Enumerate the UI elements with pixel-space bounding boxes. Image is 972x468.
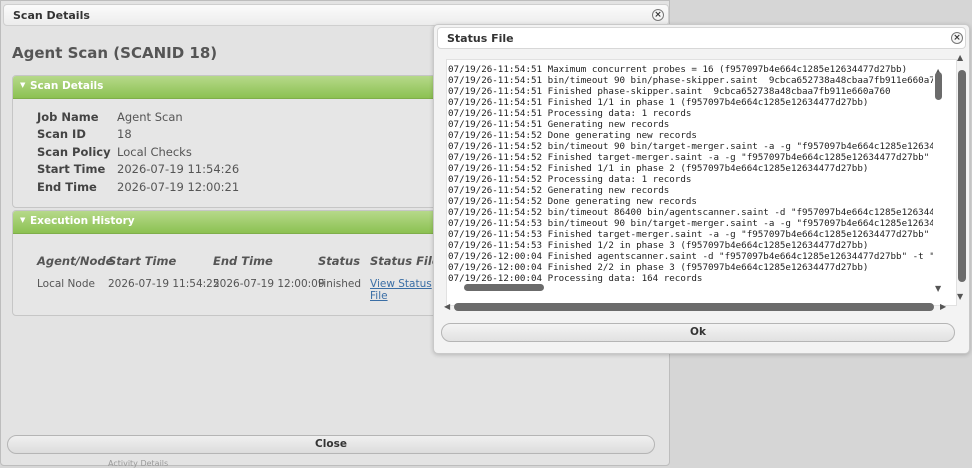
scan-details-titlebar[interactable]: Scan Details ×: [3, 4, 669, 26]
field-value: 18: [117, 127, 132, 141]
page-title: Agent Scan (SCANID 18): [12, 44, 218, 62]
status-log-text: 07/19/26-11:54:51 Maximum concurrent pro…: [447, 64, 933, 288]
scan-details-section-header[interactable]: ▼ Scan Details: [13, 76, 481, 99]
log-line: 07/19/26-11:54:52 Generating new records: [448, 185, 670, 196]
execution-history-section-header[interactable]: ▼ Execution History: [13, 211, 481, 234]
outer-vertical-scrollbar-thumb[interactable]: [958, 70, 966, 282]
status-log-panel[interactable]: 07/19/26-11:54:51 Maximum concurrent pro…: [446, 59, 957, 306]
status-file-title: Status File: [447, 32, 514, 45]
history-start-time: 2026-07-19 11:54:25: [108, 278, 220, 290]
log-line: 07/19/26-11:54:51 Generating new records: [448, 119, 670, 130]
column-header: Status File: [370, 254, 440, 268]
field-label: Job Name: [37, 110, 99, 124]
collapse-arrow-icon: ▼: [20, 81, 26, 89]
log-line: 07/19/26-11:54:52 Done generating new re…: [448, 196, 697, 207]
collapse-arrow-icon: ▼: [20, 216, 26, 224]
log-line: 07/19/26-11:54:52 bin/timeout 90 bin/tar…: [448, 141, 933, 152]
history-status: Finished: [318, 278, 362, 290]
log-line: 07/19/26-11:54:53 Finished target-merger…: [448, 229, 933, 240]
history-agent: Local Node: [37, 278, 95, 290]
field-label: Scan ID: [37, 127, 86, 141]
field-value: 2026-07-19 12:00:21: [117, 180, 240, 194]
log-line: 07/19/26-11:54:51 bin/timeout 90 bin/pha…: [448, 75, 933, 86]
outer-horizontal-scrollbar-thumb[interactable]: [454, 303, 934, 311]
scroll-right-arrow-icon[interactable]: ▶: [940, 303, 946, 311]
ok-button[interactable]: Ok: [441, 323, 955, 342]
close-icon[interactable]: ×: [652, 9, 664, 21]
scroll-left-arrow-icon[interactable]: ◀: [444, 303, 450, 311]
inner-vertical-scrollbar-thumb[interactable]: [935, 72, 942, 100]
log-line: 07/19/26-11:54:52 bin/timeout 86400 bin/…: [448, 207, 933, 218]
log-line: 07/19/26-12:00:04 Processing data: 164 r…: [448, 273, 703, 284]
section-title: Execution History: [30, 215, 135, 227]
scroll-down-arrow-icon[interactable]: ▼: [957, 293, 963, 301]
close-icon[interactable]: ×: [951, 32, 963, 44]
log-line: 07/19/26-11:54:53 bin/timeout 90 bin/tar…: [448, 218, 933, 229]
execution-history-section: ▼ Execution History Agent/Node Start Tim…: [12, 210, 482, 316]
link-text: View Status: [370, 278, 432, 290]
section-title: Scan Details: [30, 80, 104, 92]
field-label: End Time: [37, 180, 97, 194]
log-line: 07/19/26-11:54:53 Finished 1/2 in phase …: [448, 240, 869, 251]
log-line: 07/19/26-11:54:52 Processing data: 1 rec…: [448, 174, 692, 185]
history-end-time: 2026-07-19 12:00:09: [213, 278, 325, 290]
view-status-file-link[interactable]: View Status File: [370, 278, 432, 302]
log-line: 07/19/26-12:00:04 Finished agentscanner.…: [448, 251, 933, 262]
background-text-fragment: Activity Details: [108, 459, 169, 468]
inner-horizontal-scrollbar-thumb[interactable]: [464, 284, 544, 291]
scroll-down-arrow-icon[interactable]: ▼: [935, 285, 941, 293]
log-line: 07/19/26-12:00:04 Finished 2/2 in phase …: [448, 262, 869, 273]
scan-details-section: ▼ Scan Details Job Name Agent Scan Scan …: [12, 75, 482, 208]
field-value: Agent Scan: [117, 110, 183, 124]
field-value: 2026-07-19 11:54:26: [117, 162, 240, 176]
link-text: File: [370, 290, 388, 302]
log-line: 07/19/26-11:54:52 Finished target-merger…: [448, 152, 933, 163]
log-line: 07/19/26-11:54:52 Done generating new re…: [448, 130, 697, 141]
log-line: 07/19/26-11:54:51 Processing data: 1 rec…: [448, 108, 692, 119]
column-header: Start Time: [108, 254, 177, 268]
status-file-titlebar[interactable]: Status File ×: [437, 27, 966, 49]
log-line: 07/19/26-11:54:51 Finished phase-skipper…: [448, 86, 891, 97]
close-button[interactable]: Close: [7, 435, 655, 454]
field-label: Scan Policy: [37, 145, 111, 159]
field-label: Start Time: [37, 162, 106, 176]
column-header: Status: [318, 254, 361, 268]
log-line: 07/19/26-11:54:51 Maximum concurrent pro…: [448, 64, 908, 75]
column-header: Agent/Node: [37, 254, 114, 268]
log-line: 07/19/26-11:54:51 Finished 1/1 in phase …: [448, 97, 869, 108]
field-value: Local Checks: [117, 145, 192, 159]
scroll-up-arrow-icon[interactable]: ▲: [957, 54, 963, 62]
column-header: End Time: [213, 254, 273, 268]
scan-details-title: Scan Details: [13, 9, 90, 22]
log-line: 07/19/26-11:54:52 Finished 1/1 in phase …: [448, 163, 869, 174]
status-file-dialog: Status File × 07/19/26-11:54:51 Maximum …: [433, 24, 970, 354]
